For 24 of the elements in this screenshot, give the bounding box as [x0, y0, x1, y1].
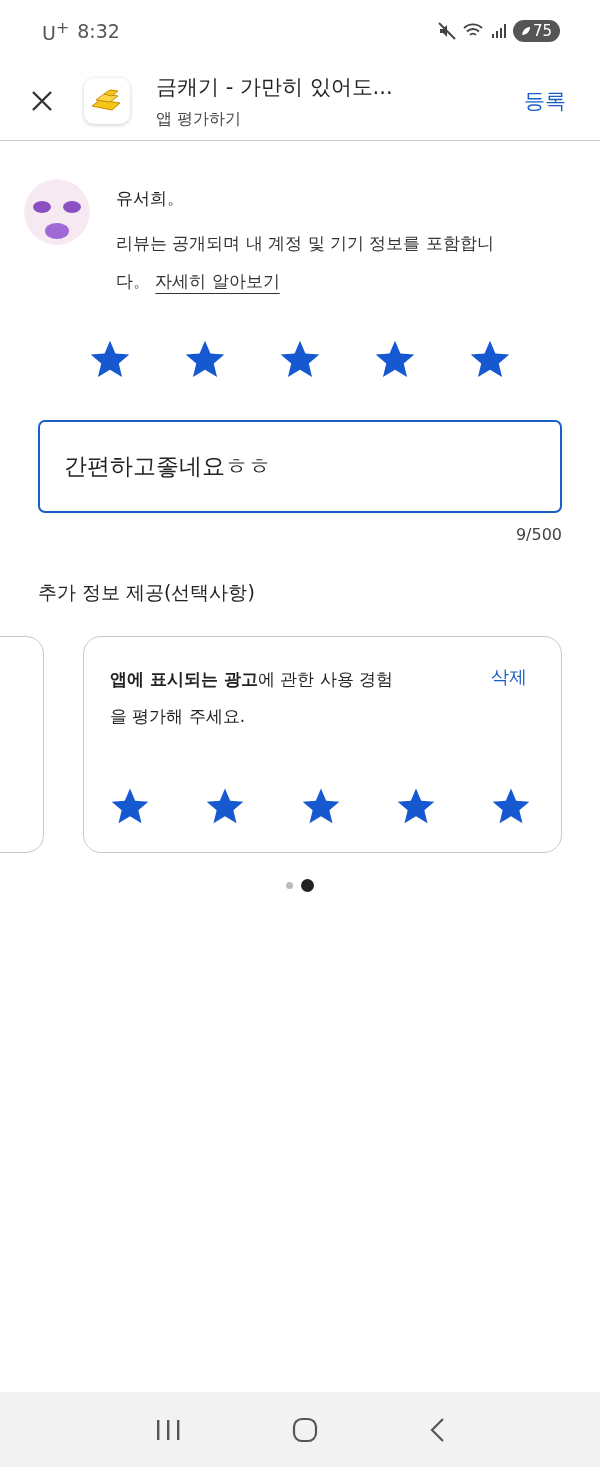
page-dot[interactable] — [286, 882, 293, 889]
submit-button[interactable]: 등록 — [520, 83, 570, 119]
mute-icon — [436, 21, 457, 41]
page-dot[interactable] — [301, 879, 314, 892]
leaf-icon — [520, 26, 531, 36]
delete-button[interactable]: 삭제 — [487, 661, 531, 693]
home-icon[interactable] — [292, 1416, 318, 1443]
privacy-notice: 리뷰는 공개되며 내 계정 및 기기 정보를 포함합니다。 자세히 알아보기 — [116, 232, 495, 293]
page-subtitle: 앱 평가하기 — [156, 108, 243, 130]
recent-apps-icon[interactable] — [155, 1417, 182, 1442]
app-title: 금캐기 - 가만히 있어도... — [156, 73, 394, 101]
battery-indicator: 75 — [512, 20, 560, 42]
section-heading: 추가 정보 제공(선택사항) — [38, 580, 256, 605]
carrier-label: U$^{+}$ — [42, 17, 70, 45]
close-icon[interactable] — [30, 89, 54, 113]
signal-icon — [490, 23, 507, 39]
learn-more-link[interactable]: 자세히 알아보기 — [155, 271, 280, 291]
avatar — [24, 179, 90, 245]
user-name: 유서희。 — [116, 187, 185, 210]
question-text: 앱에 표시되는 광고에 관한 사용 경험을 평가해 주세요. — [110, 668, 395, 728]
back-icon[interactable] — [428, 1416, 445, 1443]
character-counter: 9/500 — [514, 525, 563, 544]
clock: 8:32 — [77, 20, 120, 42]
review-field[interactable]: 간편하고좋네요ㅎㅎ — [38, 420, 562, 513]
